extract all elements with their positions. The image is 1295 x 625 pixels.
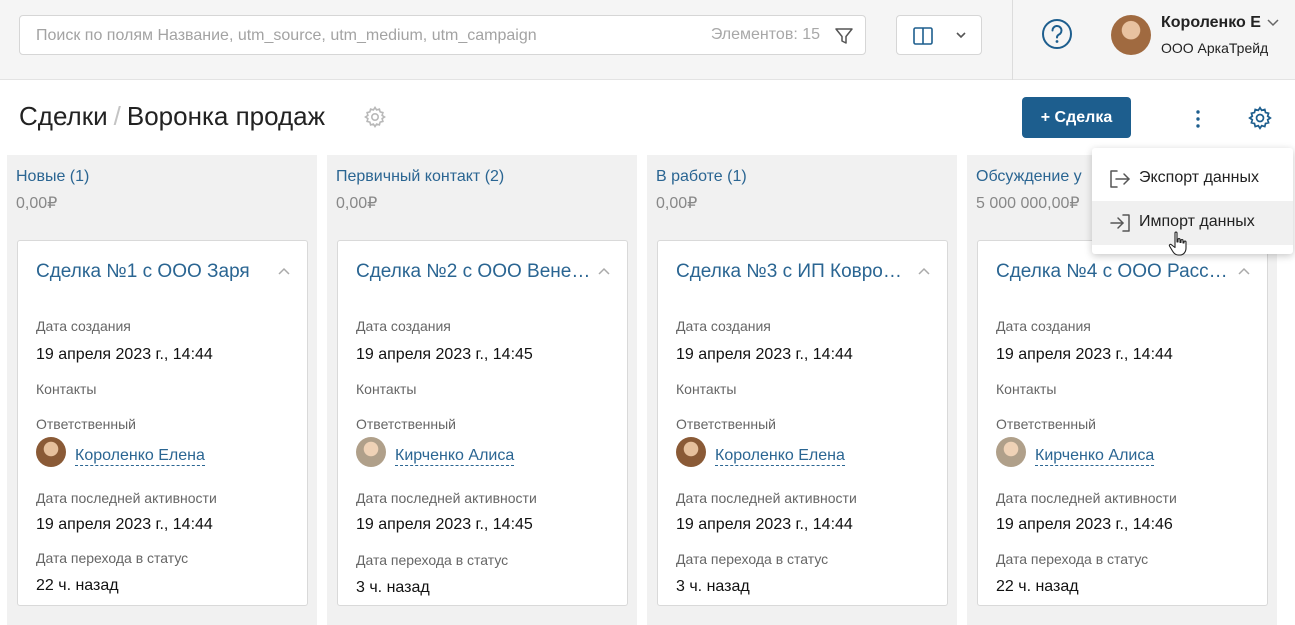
search-placeholder: Поиск по полям Название, utm_source, utm… (36, 27, 537, 44)
breadcrumb: Сделки / Воронка продаж (19, 101, 325, 132)
breadcrumb-section[interactable]: Сделки (19, 101, 108, 131)
field-label: Ответственный (676, 416, 776, 432)
field-label: Ответственный (996, 416, 1096, 432)
card-title[interactable]: Сделка №1 с ООО Заря (36, 261, 274, 283)
menu-item-import[interactable]: Импорт данных (1092, 201, 1293, 245)
responsible-link[interactable]: Короленко Елена (715, 447, 845, 466)
elements-count: Элементов: 15 (710, 26, 820, 43)
user-name[interactable]: Короленко Е (1161, 14, 1261, 32)
card-title[interactable]: Сделка №4 с ООО Расс… (996, 261, 1234, 283)
chevron-down-icon (956, 32, 966, 39)
chevron-up-icon[interactable] (917, 266, 931, 276)
field-label: Дата создания (36, 318, 131, 334)
page-title: Воронка продаж (126, 101, 326, 131)
created-date: 19 апреля 2023 г., 14:44 (36, 346, 213, 363)
field-label: Дата перехода в статус (996, 551, 1149, 567)
add-deal-button[interactable]: + Сделка (1022, 97, 1131, 138)
export-icon (1110, 170, 1130, 188)
menu-item-label: Импорт данных (1139, 213, 1255, 230)
created-date: 19 апреля 2023 г., 14:45 (356, 346, 533, 363)
status-change-time: 3 ч. назад (356, 579, 430, 596)
status-change-time: 3 ч. назад (676, 578, 750, 595)
divider (1012, 0, 1013, 80)
field-label: Дата перехода в статус (36, 550, 189, 566)
field-label: Контакты (36, 381, 97, 397)
column-title[interactable]: Обсуждение у (976, 168, 1082, 186)
column-sum: 0,00₽ (16, 195, 58, 212)
deal-card[interactable]: Сделка №1 с ООО Заря Дата создания 19 ап… (17, 240, 308, 606)
field-label: Контакты (676, 381, 737, 397)
field-label: Дата последней активности (356, 490, 537, 506)
card-title[interactable]: Сделка №3 с ИП Ковро… (676, 261, 914, 283)
deal-card[interactable]: Сделка №2 с ООО Вене… Дата создания 19 а… (337, 240, 628, 606)
field-label: Дата создания (996, 318, 1091, 334)
field-label: Контакты (996, 381, 1057, 397)
created-date: 19 апреля 2023 г., 14:44 (996, 346, 1173, 363)
field-label: Дата перехода в статус (356, 552, 509, 568)
last-activity-date: 19 апреля 2023 г., 14:44 (36, 516, 213, 533)
user-company: ООО АркаТрейд (1161, 40, 1269, 56)
responsible-link[interactable]: Кирченко Алиса (395, 447, 515, 466)
gear-icon[interactable] (1247, 105, 1273, 131)
column-sum: 5 000 000,00₽ (976, 195, 1080, 212)
user-avatar[interactable] (1111, 15, 1151, 55)
field-label: Дата последней активности (996, 490, 1177, 506)
status-change-time: 22 ч. назад (36, 577, 119, 594)
hand-cursor-icon (1168, 231, 1187, 256)
chevron-up-icon[interactable] (1237, 266, 1251, 276)
status-change-time: 22 ч. назад (996, 578, 1079, 595)
kanban-column: Новые (1) 0,00₽ Сделка №1 с ООО Заря Дат… (7, 155, 317, 625)
chevron-up-icon[interactable] (277, 266, 291, 276)
column-sum: 0,00₽ (656, 195, 698, 212)
avatar (36, 437, 66, 467)
menu-item-export[interactable]: Экспорт данных (1092, 157, 1293, 201)
column-sum: 0,00₽ (336, 195, 378, 212)
column-title[interactable]: Первичный контакт (2) (336, 168, 504, 186)
last-activity-date: 19 апреля 2023 г., 14:44 (676, 516, 853, 533)
breadcrumb-separator: / (113, 101, 121, 131)
field-label: Ответственный (36, 416, 136, 432)
column-title[interactable]: Новые (1) (16, 168, 89, 186)
columns-icon (913, 27, 933, 45)
field-label: Ответственный (356, 416, 456, 432)
card-title[interactable]: Сделка №2 с ООО Вене… (356, 261, 594, 283)
created-date: 19 апреля 2023 г., 14:44 (676, 346, 853, 363)
field-label: Дата создания (676, 318, 771, 334)
deal-card[interactable]: Сделка №4 с ООО Расс… Дата создания 19 а… (977, 240, 1268, 606)
search-input[interactable]: Поиск по полям Название, utm_source, utm… (19, 15, 866, 55)
avatar (356, 437, 386, 467)
gear-icon[interactable] (363, 105, 387, 129)
field-label: Дата создания (356, 318, 451, 334)
column-title[interactable]: В работе (1) (656, 168, 747, 186)
last-activity-date: 19 апреля 2023 г., 14:46 (996, 516, 1173, 533)
import-icon (1110, 214, 1130, 232)
field-label: Дата последней активности (676, 490, 857, 506)
avatar (676, 437, 706, 467)
help-icon[interactable] (1041, 18, 1073, 50)
field-label: Контакты (356, 381, 417, 397)
responsible-link[interactable]: Кирченко Алиса (1035, 447, 1155, 466)
actions-menu: Экспорт данных Импорт данных (1092, 148, 1293, 254)
last-activity-date: 19 апреля 2023 г., 14:45 (356, 516, 533, 533)
chevron-up-icon[interactable] (597, 266, 611, 276)
deal-card[interactable]: Сделка №3 с ИП Ковро… Дата создания 19 а… (657, 240, 948, 606)
top-bar: Поиск по полям Название, utm_source, utm… (0, 0, 1295, 80)
chevron-down-icon[interactable] (1266, 18, 1280, 28)
kanban-column: В работе (1) 0,00₽ Сделка №3 с ИП Ковро…… (647, 155, 957, 625)
menu-item-label: Экспорт данных (1139, 169, 1259, 186)
kanban-column: Первичный контакт (2) 0,00₽ Сделка №2 с … (327, 155, 637, 625)
more-options-icon[interactable] (1188, 108, 1208, 130)
field-label: Дата последней активности (36, 490, 217, 506)
view-mode-button[interactable] (896, 15, 982, 55)
filter-icon[interactable] (833, 25, 855, 47)
responsible-link[interactable]: Короленко Елена (75, 447, 205, 466)
avatar (996, 437, 1026, 467)
field-label: Дата перехода в статус (676, 551, 829, 567)
